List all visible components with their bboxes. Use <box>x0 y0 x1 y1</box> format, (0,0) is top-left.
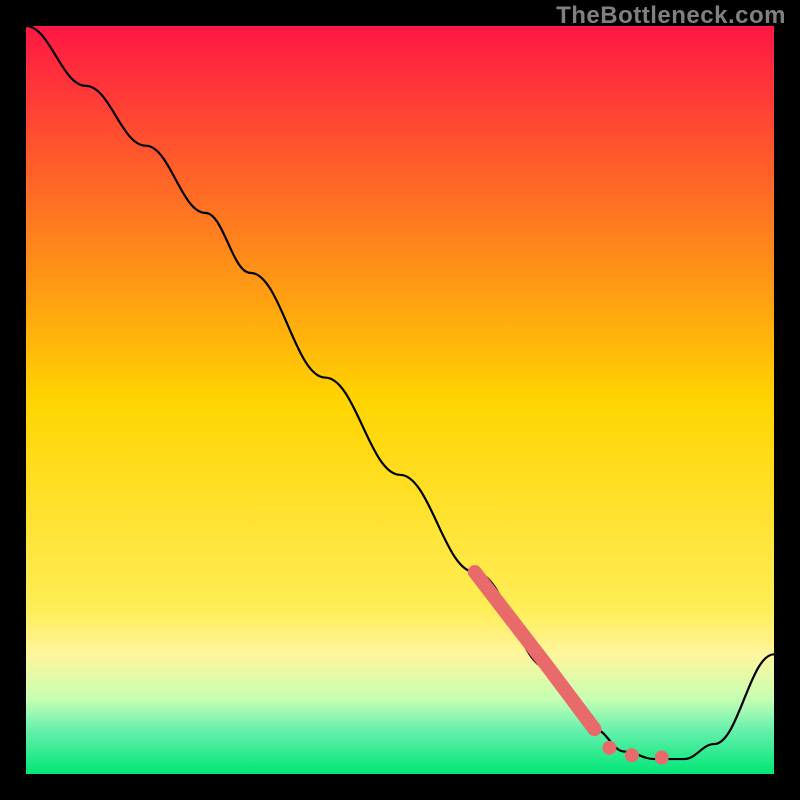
gradient-background <box>26 26 774 774</box>
watermark-label: TheBottleneck.com <box>556 2 786 30</box>
chart-frame: TheBottleneck.com <box>0 0 800 800</box>
plot-area <box>26 26 774 774</box>
bottleneck-chart <box>26 26 774 774</box>
optimum-dot <box>655 751 669 765</box>
optimum-dot <box>625 748 639 762</box>
optimum-dot <box>602 741 616 755</box>
